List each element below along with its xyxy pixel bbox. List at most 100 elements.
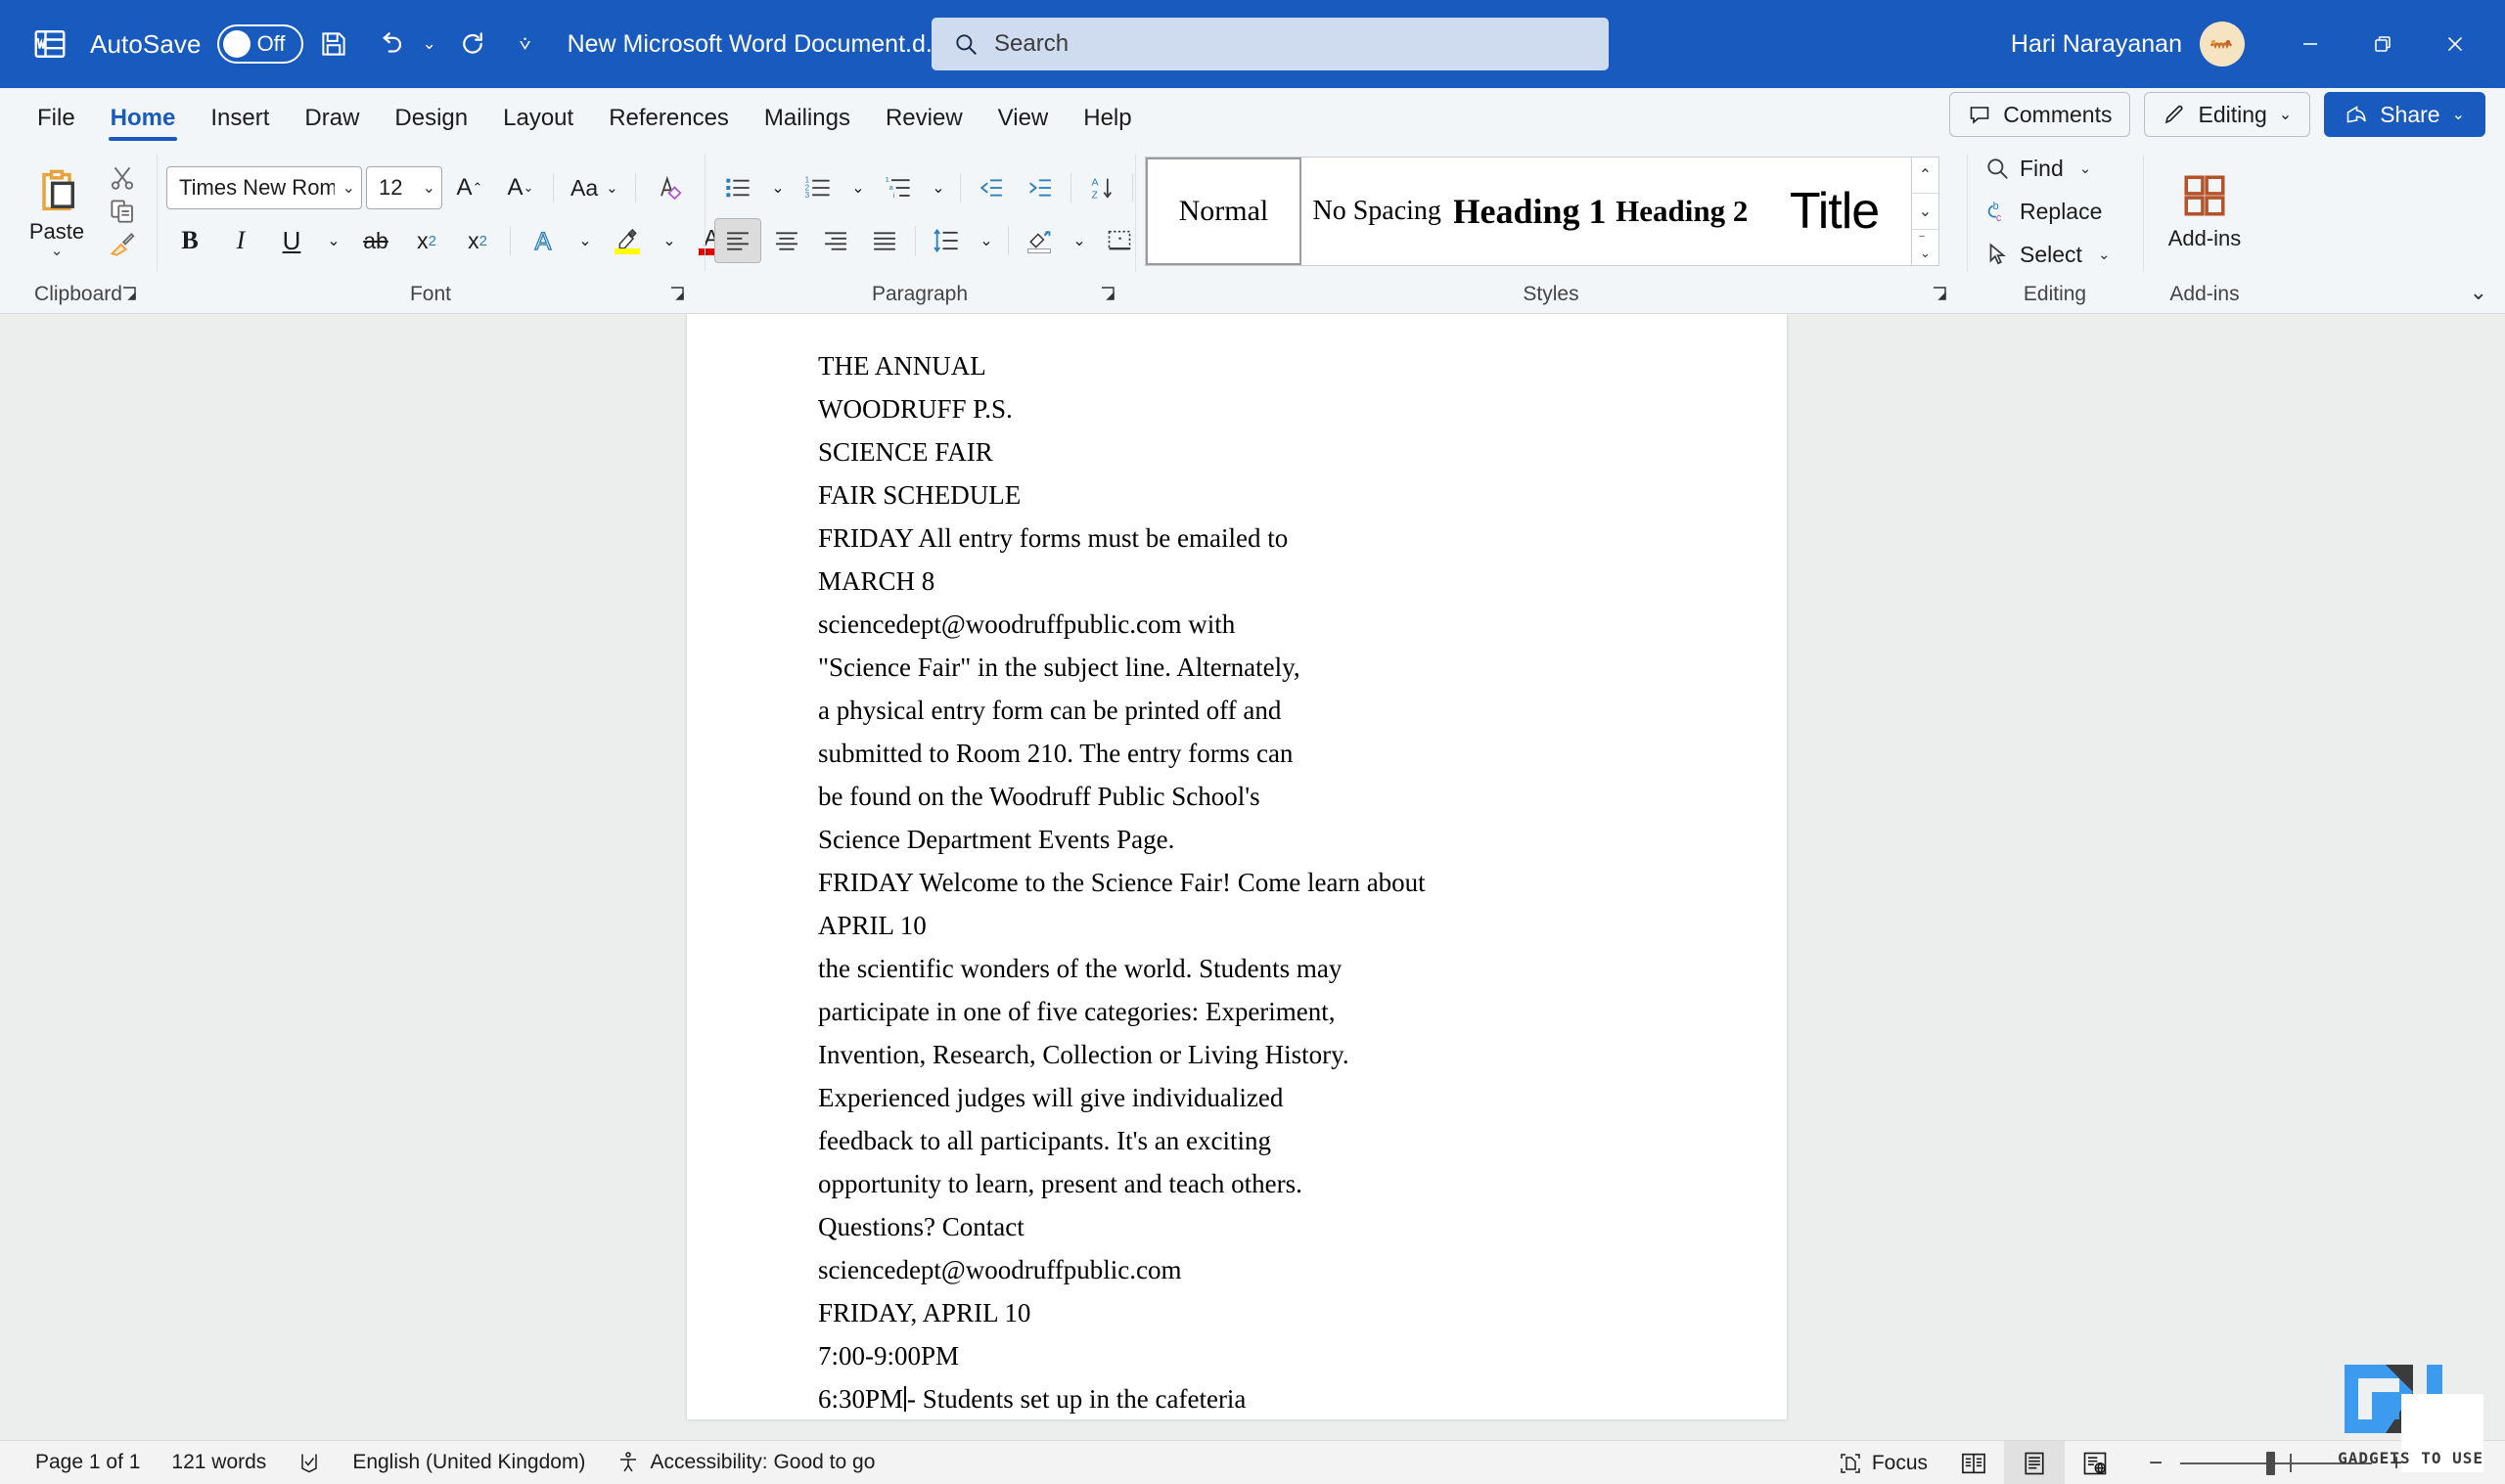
clipboard-dialog-launcher-icon[interactable] bbox=[119, 284, 141, 305]
justify-button[interactable] bbox=[861, 218, 908, 263]
numbering-button[interactable]: 1 2 3 bbox=[795, 165, 842, 210]
zoom-in-button[interactable]: + bbox=[2386, 1450, 2407, 1477]
style-no-spacing[interactable]: No Spacing bbox=[1301, 157, 1454, 265]
find-button[interactable]: Find ⌄ bbox=[1977, 148, 2118, 189]
addins-button[interactable]: Add-ins bbox=[2153, 171, 2256, 251]
styles-scroll-up-chevron-up-icon[interactable]: ⌃ bbox=[1911, 157, 1938, 194]
close-icon[interactable] bbox=[2419, 0, 2491, 88]
styles-more-icon[interactable]: ‾ ⌄ bbox=[1911, 230, 1938, 265]
style-title[interactable]: Title bbox=[1758, 157, 1911, 265]
text-effects-button[interactable]: A bbox=[520, 218, 567, 263]
user-name[interactable]: Hari Narayanan bbox=[2011, 30, 2182, 59]
search-input[interactable] bbox=[994, 30, 1542, 58]
editing-mode-button[interactable]: Editing ⌄ bbox=[2144, 92, 2311, 137]
text-highlight-button[interactable] bbox=[604, 218, 651, 263]
style-heading-1[interactable]: Heading 1 bbox=[1454, 157, 1607, 265]
paragraph-dialog-launcher-icon[interactable] bbox=[1098, 284, 1119, 305]
comments-button[interactable]: Comments bbox=[1949, 92, 2131, 137]
font-dialog-launcher-icon[interactable] bbox=[667, 284, 689, 305]
decrease-indent-button[interactable] bbox=[968, 165, 1015, 210]
styles-scroll-down-chevron-down-icon[interactable]: ⌄ bbox=[1911, 194, 1938, 230]
bullets-button[interactable] bbox=[714, 165, 761, 210]
document-title[interactable]: New Microsoft Word Document.d... bbox=[568, 30, 946, 59]
language-indicator[interactable]: English (United Kingdom) bbox=[337, 1441, 601, 1484]
numbering-chevron-down-icon[interactable]: ⌄ bbox=[843, 165, 873, 210]
tab-review[interactable]: Review bbox=[868, 94, 980, 143]
word-count[interactable]: 121 words bbox=[156, 1441, 282, 1484]
tab-references[interactable]: References bbox=[591, 94, 747, 143]
line-spacing-button[interactable] bbox=[923, 218, 970, 263]
collapse-ribbon-chevron-down-icon[interactable]: ⌄ bbox=[2470, 280, 2487, 305]
web-layout-button[interactable] bbox=[2065, 1441, 2125, 1484]
clear-formatting-button[interactable] bbox=[645, 165, 692, 210]
page-indicator[interactable]: Page 1 of 1 bbox=[20, 1441, 156, 1484]
grow-font-button[interactable]: A ⌃ bbox=[446, 165, 493, 210]
replace-button[interactable]: b c Replace bbox=[1977, 191, 2118, 232]
cut-button[interactable] bbox=[108, 163, 137, 193]
redo-icon[interactable] bbox=[446, 18, 499, 70]
style-heading-2[interactable]: Heading 2 bbox=[1606, 157, 1758, 265]
strikethrough-button[interactable]: ab bbox=[352, 218, 399, 263]
bullets-chevron-down-icon[interactable]: ⌄ bbox=[763, 165, 793, 210]
multilevel-list-button[interactable]: 1 a i bbox=[875, 165, 922, 210]
shading-chevron-down-icon[interactable]: ⌄ bbox=[1065, 218, 1094, 263]
tab-insert[interactable]: Insert bbox=[193, 94, 287, 143]
line-spacing-chevron-down-icon[interactable]: ⌄ bbox=[972, 218, 1001, 263]
styles-dialog-launcher-icon[interactable] bbox=[1930, 284, 1951, 305]
format-painter-button[interactable] bbox=[108, 230, 137, 259]
share-button[interactable]: Share ⌄ bbox=[2324, 92, 2485, 137]
search-box[interactable] bbox=[932, 18, 1609, 70]
tab-design[interactable]: Design bbox=[377, 94, 485, 143]
avatar[interactable] bbox=[2200, 22, 2245, 67]
styles-gallery-scrollbar[interactable]: ⌃ ⌄ ‾ ⌄ bbox=[1910, 157, 1938, 265]
accessibility-indicator[interactable]: Accessibility: Good to go bbox=[601, 1441, 890, 1484]
zoom-slider[interactable] bbox=[2180, 1441, 2372, 1484]
superscript-button[interactable]: x2 bbox=[454, 218, 501, 263]
subscript-button[interactable]: x2 bbox=[403, 218, 450, 263]
print-layout-button[interactable] bbox=[2004, 1441, 2065, 1484]
tab-layout[interactable]: Layout bbox=[485, 94, 591, 143]
save-icon[interactable] bbox=[307, 18, 360, 70]
minimize-icon[interactable] bbox=[2274, 0, 2346, 88]
font-name-combo[interactable]: Times New Roman ⌄ bbox=[166, 166, 362, 209]
tab-help[interactable]: Help bbox=[1066, 94, 1149, 143]
tab-home[interactable]: Home bbox=[93, 94, 194, 143]
change-case-button[interactable]: Aa ⌄ bbox=[563, 165, 626, 210]
underline-chevron-down-icon[interactable]: ⌄ bbox=[319, 218, 348, 263]
tab-draw[interactable]: Draw bbox=[287, 94, 377, 143]
text-effects-chevron-down-icon[interactable]: ⌄ bbox=[570, 218, 600, 263]
undo-dropdown-chevron-down-icon[interactable]: ⌄ bbox=[417, 18, 442, 70]
align-right-button[interactable] bbox=[812, 218, 859, 263]
paste-button[interactable]: Paste ⌄ bbox=[10, 166, 104, 258]
tab-mailings[interactable]: Mailings bbox=[747, 94, 868, 143]
style-normal[interactable]: Normal bbox=[1146, 157, 1301, 265]
styles-gallery[interactable]: Normal No Spacing Heading 1 Heading 2 Ti… bbox=[1145, 157, 1939, 266]
read-mode-button[interactable] bbox=[1943, 1441, 2004, 1484]
underline-button[interactable]: U bbox=[268, 218, 315, 263]
customize-qat-chevron-down-icon[interactable]: ⩒ bbox=[513, 18, 538, 70]
proofing-status[interactable] bbox=[282, 1441, 337, 1484]
restore-icon[interactable] bbox=[2346, 0, 2419, 88]
copy-button[interactable] bbox=[108, 197, 137, 226]
document-text-area[interactable]: THE ANNUAL WOODRUFF P.S. SCIENCE FAIR FA… bbox=[687, 314, 1787, 1429]
shading-button[interactable] bbox=[1016, 218, 1063, 263]
bold-button[interactable]: B bbox=[166, 218, 213, 263]
undo-icon[interactable] bbox=[364, 18, 417, 70]
select-button[interactable]: Select ⌄ bbox=[1977, 234, 2118, 275]
focus-mode-button[interactable]: Focus bbox=[1823, 1441, 1943, 1484]
tab-view[interactable]: View bbox=[980, 94, 1067, 143]
align-left-button[interactable] bbox=[714, 218, 761, 263]
align-center-button[interactable] bbox=[763, 218, 810, 263]
word-app-icon[interactable] bbox=[27, 22, 72, 67]
shrink-font-button[interactable]: A ⌄ bbox=[497, 165, 544, 210]
increase-indent-button[interactable] bbox=[1017, 165, 1064, 210]
zoom-out-button[interactable]: − bbox=[2145, 1450, 2166, 1477]
zoom-slider-thumb[interactable] bbox=[2266, 1452, 2275, 1475]
document-page[interactable]: THE ANNUAL WOODRUFF P.S. SCIENCE FAIR FA… bbox=[687, 314, 1787, 1419]
paste-chevron-down-icon[interactable]: ⌄ bbox=[51, 244, 64, 258]
tab-file[interactable]: File bbox=[20, 94, 93, 143]
sort-button[interactable]: A Z bbox=[1078, 165, 1125, 210]
highlight-chevron-down-icon[interactable]: ⌄ bbox=[655, 218, 684, 263]
font-size-combo[interactable]: 12 ⌄ bbox=[366, 166, 442, 209]
multilevel-chevron-down-icon[interactable]: ⌄ bbox=[924, 165, 953, 210]
